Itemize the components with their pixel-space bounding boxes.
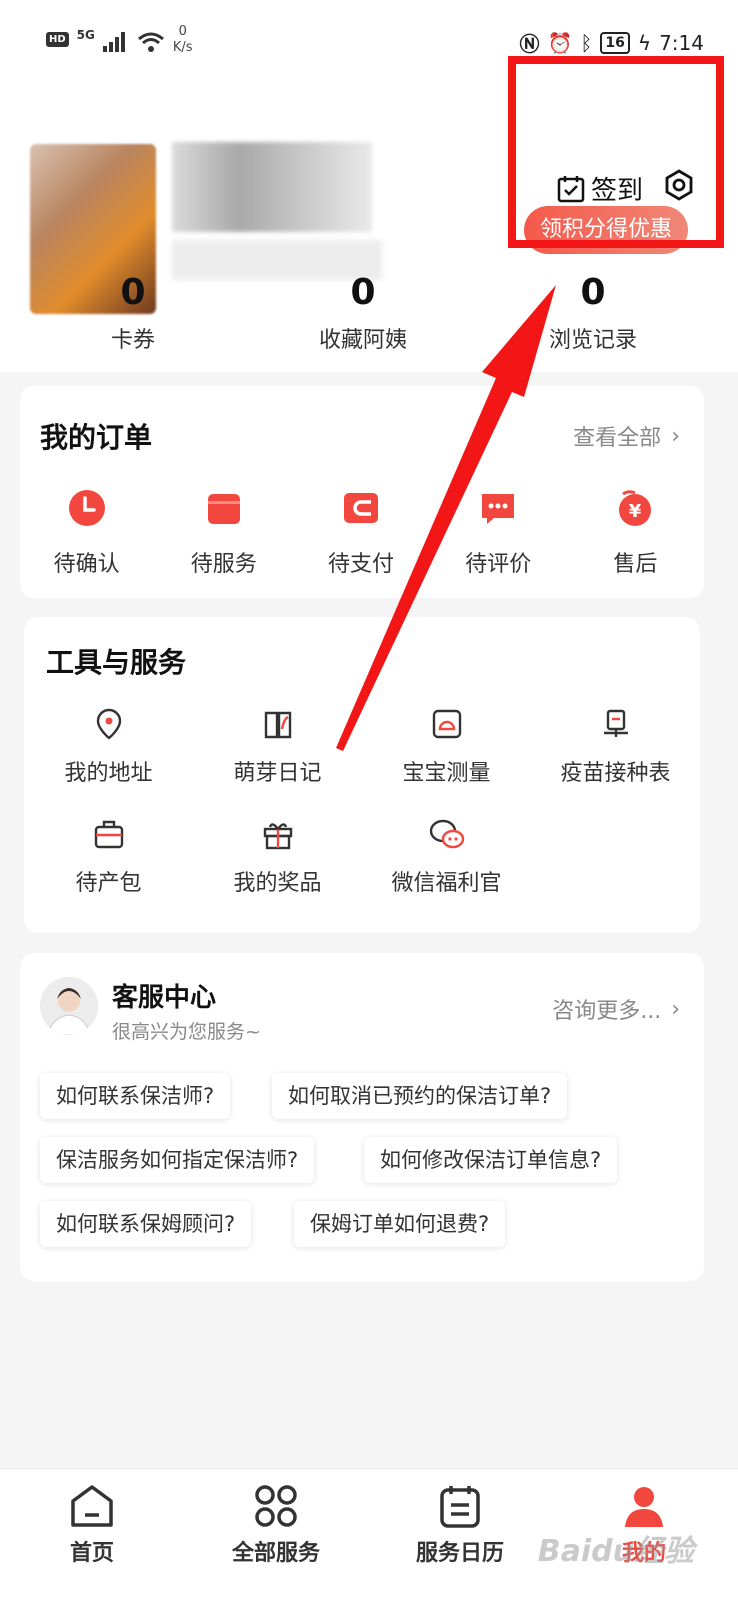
- calendar-icon: [207, 494, 240, 524]
- stat-history[interactable]: 0 浏览记录: [478, 270, 708, 354]
- service-subtitle: 很高兴为您服务~: [112, 1021, 261, 1043]
- measure-icon: [432, 709, 461, 739]
- tool-vaccine-schedule[interactable]: 疫苗接种表: [531, 707, 700, 817]
- order-pending-review[interactable]: 待评价: [430, 488, 567, 578]
- consult-more-link[interactable]: 咨询更多... ›: [552, 993, 680, 1025]
- network-speed: 0 K/s: [172, 24, 193, 55]
- svg-text:¥: ¥: [629, 501, 642, 522]
- user-name-blurred[interactable]: [172, 142, 372, 232]
- annotation-highlight-box: [508, 56, 724, 248]
- tools-title: 工具与服务: [46, 646, 187, 679]
- gift-icon: [263, 823, 292, 850]
- calendar-tab-icon: [440, 1486, 480, 1528]
- order-pending-payment[interactable]: 待支付: [292, 488, 429, 578]
- faq-item[interactable]: 如何修改保洁订单信息?: [364, 1137, 618, 1183]
- comment-icon: [482, 494, 515, 524]
- tool-sprout-diary[interactable]: 萌芽日记: [193, 707, 362, 817]
- order-pending-confirm[interactable]: 待确认: [18, 488, 155, 578]
- clock-icon: [68, 490, 105, 526]
- tool-my-address[interactable]: 我的地址: [24, 707, 193, 817]
- tools-card: 工具与服务 我的地址 萌芽日记 宝宝测量 疫苗接种表 待产包 我的奖品 微信福利…: [24, 617, 700, 933]
- alarm-icon: ⏰: [547, 30, 573, 55]
- customer-service-card: 客服中心 很高兴为您服务~ 咨询更多... › 如何联系保洁师? 如何取消已预约…: [20, 953, 704, 1281]
- wifi-icon: [137, 32, 164, 52]
- tool-maternity-bag[interactable]: 待产包: [24, 817, 193, 927]
- stat-coupons[interactable]: 0 卡券: [18, 270, 248, 354]
- watermark: Baidu经验: [537, 1534, 694, 1569]
- bottom-tab-bar: 首页 全部服务 服务日历 我的 Baidu经验: [0, 1468, 738, 1600]
- tab-home[interactable]: 首页: [0, 1469, 184, 1600]
- faq-item[interactable]: 如何联系保洁师?: [40, 1073, 231, 1119]
- tab-all-services[interactable]: 全部服务: [184, 1469, 368, 1600]
- nfc-icon: Ⓝ: [519, 32, 540, 56]
- clock-time: 7:14: [659, 30, 704, 55]
- tool-my-prizes[interactable]: 我的奖品: [193, 817, 362, 927]
- location-icon: [96, 708, 121, 740]
- bluetooth-icon: ᛒ: [580, 30, 593, 55]
- signal-label: 5G: [76, 28, 95, 42]
- orders-card: 我的订单 查看全部 › 待确认 待服务 待支付 待评价 ¥ 售后: [20, 386, 704, 598]
- faq-item[interactable]: 如何联系保姆顾问?: [40, 1201, 252, 1247]
- vaccine-icon: [603, 709, 628, 737]
- agent-portrait-icon: [40, 977, 98, 1035]
- wallet-icon: [344, 493, 378, 523]
- tool-baby-measure[interactable]: 宝宝测量: [362, 707, 531, 817]
- home-icon: [71, 1485, 113, 1527]
- charging-icon: ϟ: [637, 30, 652, 55]
- bag-icon: [94, 820, 123, 849]
- stats-row: 0 卡券 0 收藏阿姨 0 浏览记录: [0, 270, 738, 354]
- tool-wechat-benefits[interactable]: 微信福利官: [362, 817, 531, 927]
- tab-service-calendar[interactable]: 服务日历: [368, 1469, 552, 1600]
- faq-item[interactable]: 如何取消已预约的保洁订单?: [272, 1073, 568, 1119]
- faq-item[interactable]: 保姆订单如何退费?: [294, 1201, 506, 1247]
- battery-indicator: 16: [600, 31, 630, 54]
- view-all-orders-link[interactable]: 查看全部 ›: [573, 420, 680, 452]
- faq-item[interactable]: 保洁服务如何指定保洁师?: [40, 1137, 315, 1183]
- order-after-sales[interactable]: ¥ 售后: [567, 488, 704, 578]
- hd-badge: HD: [46, 32, 69, 47]
- order-pending-service[interactable]: 待服务: [155, 488, 292, 578]
- grid-icon: [255, 1485, 297, 1527]
- orders-title: 我的订单: [40, 421, 153, 454]
- agent-avatar: [40, 977, 98, 1035]
- stat-favorites[interactable]: 0 收藏阿姨: [248, 270, 478, 354]
- wechat-icon: [429, 819, 464, 849]
- signal-icon: [102, 32, 125, 52]
- chevron-right-icon: ›: [671, 423, 680, 449]
- diary-icon: [264, 711, 291, 739]
- service-title: 客服中心: [112, 983, 217, 1013]
- chevron-right-icon: ›: [671, 996, 680, 1022]
- yen-icon: ¥: [619, 490, 652, 526]
- profile-icon: [625, 1487, 663, 1527]
